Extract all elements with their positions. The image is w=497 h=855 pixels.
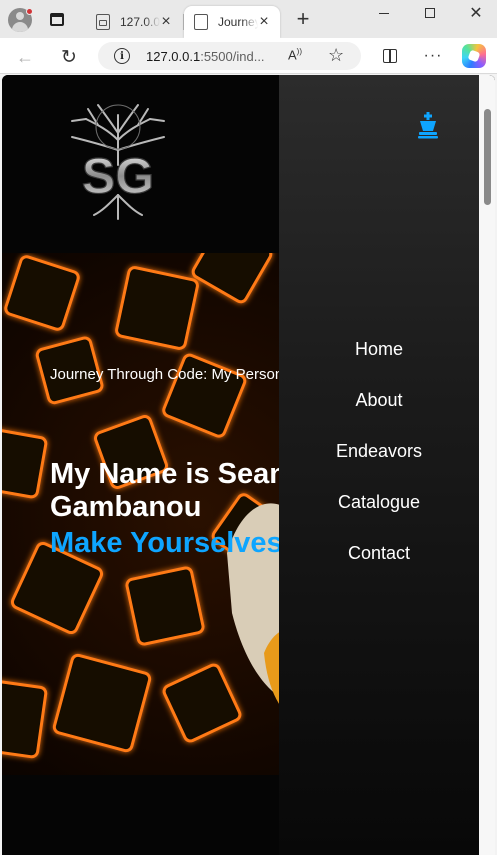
page-viewport: SG Journey Through Code: My Personal My … bbox=[2, 75, 495, 855]
site-info-icon[interactable]: i bbox=[114, 48, 130, 64]
logo-text: SG bbox=[82, 148, 154, 204]
window-maximize-button[interactable] bbox=[416, 2, 444, 24]
tab-close-icon[interactable]: × bbox=[158, 14, 174, 30]
tab-close-icon[interactable]: × bbox=[256, 14, 272, 30]
hero-tagline: Journey Through Code: My Personal Portfo… bbox=[50, 366, 290, 383]
read-aloud-icon[interactable]: A)) bbox=[288, 47, 302, 62]
hero-heading: My Name is Sean Gambanou bbox=[50, 458, 295, 524]
window-minimize-button[interactable] bbox=[370, 2, 398, 24]
nav-link-catalogue[interactable]: Catalogue bbox=[279, 490, 479, 541]
back-button[interactable]: ← bbox=[14, 46, 36, 68]
favorite-star-icon[interactable]: ☆ bbox=[328, 45, 344, 66]
page-scrollbar[interactable] bbox=[479, 75, 495, 855]
new-tab-button[interactable]: + bbox=[292, 8, 314, 30]
split-screen-icon[interactable] bbox=[380, 46, 400, 66]
address-bar[interactable]: i 127.0.0.1:5500/ind... A)) ☆ bbox=[98, 42, 361, 70]
browser-tab-localhost[interactable]: 127.0.0.1 × bbox=[86, 6, 182, 38]
browser-toolbar: ← ↻ i 127.0.0.1:5500/ind... A)) ☆ ··· bbox=[0, 38, 497, 74]
tab-title: Journey Through Code bbox=[218, 15, 258, 29]
heading-line-1: My Name is Sean bbox=[50, 458, 287, 490]
nav-link-about[interactable]: About bbox=[279, 388, 479, 439]
sg-logo[interactable]: SG bbox=[58, 95, 178, 225]
side-navigation: Home About Endeavors Catalogue Contact bbox=[279, 75, 479, 855]
heading-line-2: Gambanou bbox=[50, 491, 202, 523]
tab-title: 127.0.0.1 bbox=[120, 15, 160, 29]
scrollbar-thumb[interactable] bbox=[484, 109, 491, 205]
copilot-icon[interactable] bbox=[462, 44, 486, 68]
url-text[interactable]: 127.0.0.1:5500/ind... bbox=[146, 49, 274, 64]
tab-actions-icon[interactable] bbox=[48, 10, 66, 28]
hero-accent-heading: Make Yourselves at Home bbox=[50, 527, 290, 559]
page-file-icon bbox=[194, 14, 208, 30]
browser-tab-journey[interactable]: Journey Through Code × bbox=[184, 6, 280, 38]
window-close-button[interactable]: ✕ bbox=[462, 2, 490, 24]
camera-file-icon bbox=[96, 14, 110, 30]
refresh-button[interactable]: ↻ bbox=[58, 46, 80, 68]
nav-menu: Home About Endeavors Catalogue Contact bbox=[279, 337, 479, 592]
chess-king-icon[interactable] bbox=[414, 111, 442, 139]
more-menu-icon[interactable]: ··· bbox=[422, 45, 444, 67]
browser-tab-bar: 127.0.0.1 × Journey Through Code × + ✕ bbox=[0, 0, 497, 38]
nav-link-home[interactable]: Home bbox=[279, 337, 479, 388]
profile-notification-dot bbox=[26, 8, 33, 15]
nav-link-endeavors[interactable]: Endeavors bbox=[279, 439, 479, 490]
nav-link-contact[interactable]: Contact bbox=[279, 541, 479, 592]
